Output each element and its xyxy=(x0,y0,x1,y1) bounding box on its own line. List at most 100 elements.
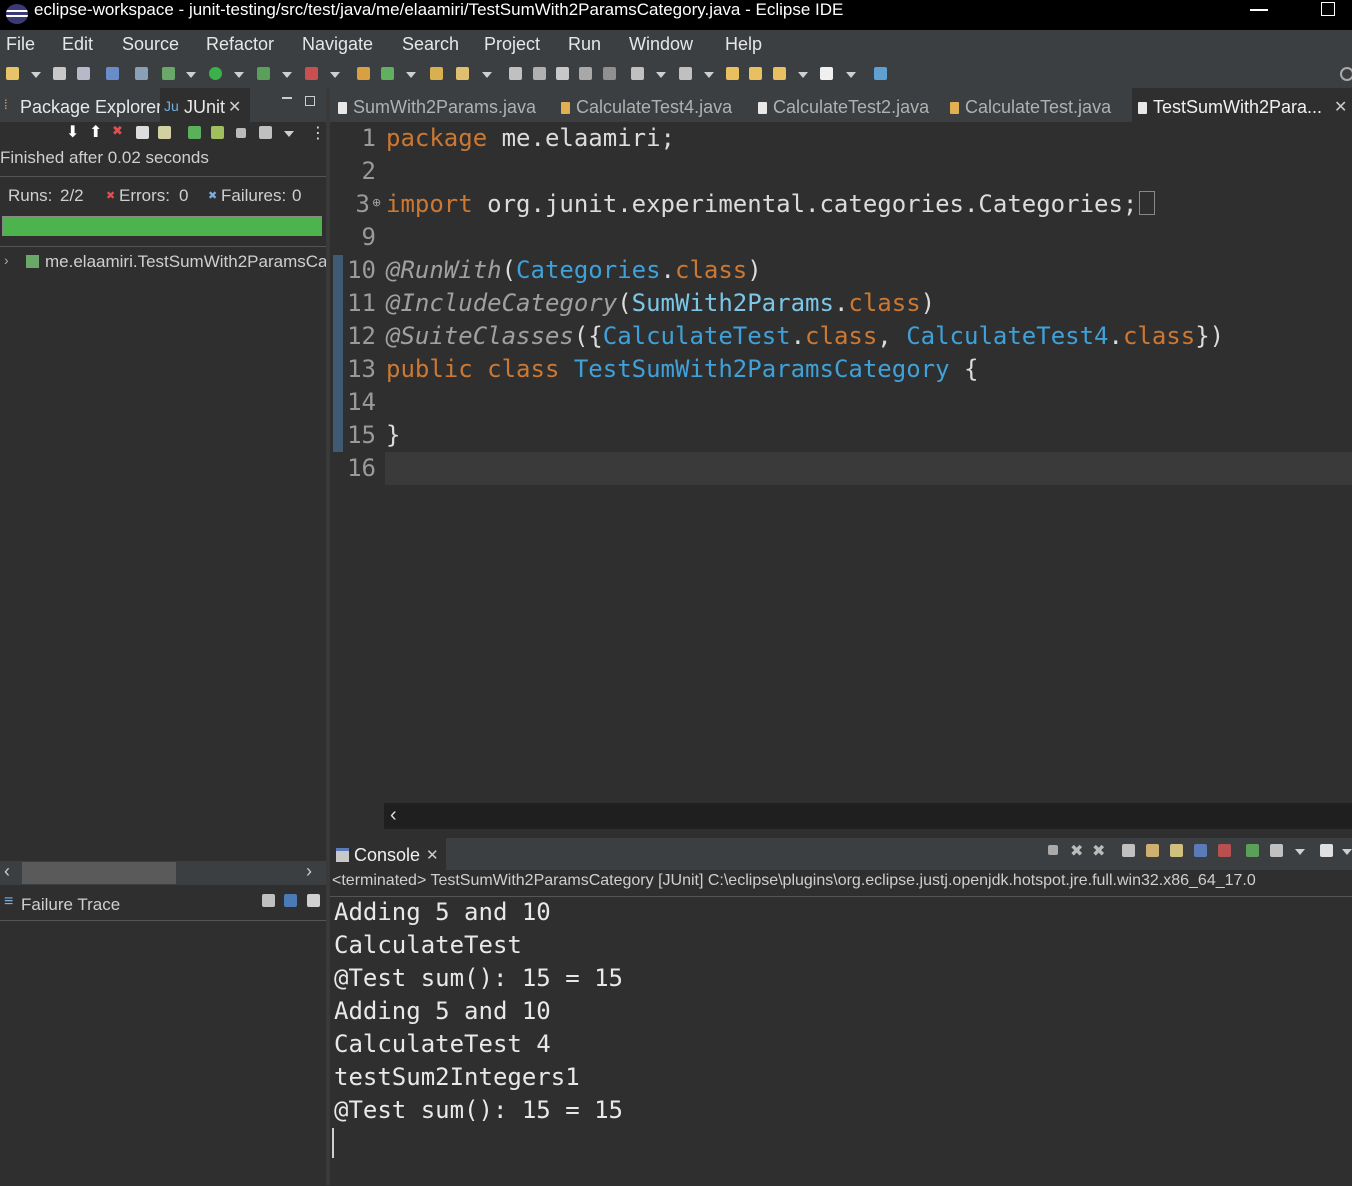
menu-edit[interactable]: Edit xyxy=(62,34,93,55)
remove-all-launches-icon[interactable]: ✖ xyxy=(1092,841,1105,861)
tab-junit[interactable]: Ju JUnit ✕ xyxy=(160,88,250,122)
view-menu-icon[interactable]: ⋮ xyxy=(310,123,326,143)
block-selection-icon[interactable] xyxy=(556,67,569,80)
forward-edit-icon[interactable] xyxy=(749,67,762,80)
tab-package-explorer[interactable]: Package Explorer xyxy=(20,97,162,118)
open-console-dropdown-icon[interactable] xyxy=(1342,849,1352,855)
scroll-right-icon[interactable]: › xyxy=(306,861,312,882)
coverage-icon[interactable] xyxy=(257,67,270,80)
new-dropdown-icon[interactable] xyxy=(31,72,41,78)
editor-tab-calculatetest[interactable]: CalculateTest.java xyxy=(950,97,1111,118)
back-icon[interactable] xyxy=(773,67,786,80)
prev-annotation-dropdown-icon[interactable] xyxy=(704,72,714,78)
menu-search[interactable]: Search xyxy=(402,34,459,55)
terminal-icon[interactable] xyxy=(106,67,119,80)
terminate-icon[interactable] xyxy=(1048,845,1058,855)
compare-icon[interactable] xyxy=(262,894,275,907)
annotation-icon[interactable] xyxy=(509,67,522,80)
folded-imports-marker[interactable] xyxy=(1139,191,1156,215)
pilcrow-icon[interactable] xyxy=(603,67,616,80)
previous-failure-icon[interactable]: ⬆ xyxy=(89,122,102,142)
save-icon[interactable] xyxy=(53,67,66,80)
scroll-lock-icon[interactable] xyxy=(158,126,171,139)
filter-stack-icon[interactable] xyxy=(284,894,297,907)
new-class-icon[interactable] xyxy=(381,67,394,80)
next-annotation-icon[interactable] xyxy=(631,67,644,80)
new-icon[interactable] xyxy=(6,67,19,80)
show-whitespace-icon[interactable] xyxy=(579,67,592,80)
copy-trace-icon[interactable] xyxy=(307,894,320,907)
display-console-icon[interactable] xyxy=(1270,844,1283,857)
maximize-view-icon[interactable] xyxy=(305,96,315,106)
back-dropdown-icon[interactable] xyxy=(798,72,808,78)
history-icon[interactable] xyxy=(259,126,272,139)
show-skipped-icon[interactable] xyxy=(136,126,149,139)
last-edit-icon[interactable] xyxy=(726,67,739,80)
pin-console-icon[interactable] xyxy=(1246,844,1259,857)
close-icon[interactable]: ✕ xyxy=(1334,97,1347,117)
show-failures-only-icon[interactable]: ✖ xyxy=(112,123,123,139)
search-icon[interactable] xyxy=(1340,67,1352,81)
search-dropdown-icon[interactable] xyxy=(482,72,492,78)
remove-launch-icon[interactable]: ✖ xyxy=(1070,841,1083,861)
close-icon[interactable]: ✕ xyxy=(228,97,241,117)
debug-icon[interactable] xyxy=(162,67,175,80)
editor-tab-sumwith2params[interactable]: SumWith2Params.java xyxy=(338,97,536,118)
menu-file[interactable]: File xyxy=(6,34,35,55)
menu-navigate[interactable]: Navigate xyxy=(302,34,373,55)
open-console-icon[interactable] xyxy=(1320,844,1333,857)
scroll-lock-icon[interactable] xyxy=(1146,844,1159,857)
maximize-icon[interactable] xyxy=(1321,2,1335,16)
menu-project[interactable]: Project xyxy=(484,34,540,55)
tab-console[interactable]: Console ✕ xyxy=(330,838,446,870)
display-console-dropdown-icon[interactable] xyxy=(1295,849,1305,855)
expand-chevron-icon[interactable]: › xyxy=(4,252,9,268)
scroll-left-icon[interactable]: ‹ xyxy=(4,861,10,882)
skip-breakpoints-icon[interactable] xyxy=(135,67,148,80)
scroll-left-icon[interactable]: ‹ xyxy=(390,804,397,827)
external-tools-dropdown-icon[interactable] xyxy=(330,72,340,78)
fold-icon[interactable]: ⊕ xyxy=(372,196,381,209)
editor-tab-calculatetest2[interactable]: CalculateTest2.java xyxy=(758,97,929,118)
test-tree-item[interactable]: › me.elaamiri.TestSumWith2ParamsCategory xyxy=(0,252,326,274)
forward-icon[interactable] xyxy=(820,67,833,80)
debug-dropdown-icon[interactable] xyxy=(186,72,196,78)
menu-window[interactable]: Window xyxy=(629,34,693,55)
coverage-dropdown-icon[interactable] xyxy=(282,72,292,78)
open-type-icon[interactable] xyxy=(430,67,443,80)
editor-horizontal-scrollbar[interactable]: ‹ xyxy=(384,803,1352,829)
next-failure-icon[interactable]: ⬇ xyxy=(66,122,79,142)
stop-icon[interactable] xyxy=(236,128,246,138)
show-on-stderr-icon[interactable] xyxy=(1218,844,1231,857)
rerun-icon[interactable] xyxy=(188,126,201,139)
save-all-icon[interactable] xyxy=(77,67,90,80)
editor-tab-calculatetest4[interactable]: CalculateTest4.java xyxy=(561,97,732,118)
minimize-icon[interactable] xyxy=(1250,9,1268,11)
clear-console-icon[interactable] xyxy=(1122,844,1135,857)
scrollbar-thumb[interactable] xyxy=(22,862,176,884)
run-dropdown-icon[interactable] xyxy=(234,72,244,78)
perspective-icon[interactable] xyxy=(874,67,887,80)
close-icon[interactable]: ✕ xyxy=(426,846,439,864)
menu-source[interactable]: Source xyxy=(122,34,179,55)
new-class-dropdown-icon[interactable] xyxy=(406,72,416,78)
menu-refactor[interactable]: Refactor xyxy=(206,34,274,55)
menu-help[interactable]: Help xyxy=(725,34,762,55)
editor-tab-testsumwith2params[interactable]: TestSumWith2Para... xyxy=(1138,97,1322,118)
external-tools-icon[interactable] xyxy=(305,67,318,80)
forward-dropdown-icon[interactable] xyxy=(846,72,856,78)
run-icon[interactable] xyxy=(209,67,222,80)
show-on-stdout-icon[interactable] xyxy=(1194,844,1207,857)
new-package-icon[interactable] xyxy=(357,67,370,80)
horizontal-scrollbar[interactable]: ‹ › xyxy=(0,861,326,885)
minimize-view-icon[interactable] xyxy=(282,97,292,99)
search-toolbar-icon[interactable] xyxy=(456,67,469,80)
menu-run[interactable]: Run xyxy=(568,34,601,55)
word-wrap-icon[interactable] xyxy=(1170,844,1183,857)
rerun-failed-icon[interactable] xyxy=(211,126,224,139)
prev-annotation-icon[interactable] xyxy=(679,67,692,80)
next-annotation-dropdown-icon[interactable] xyxy=(656,72,666,78)
history-dropdown-icon[interactable] xyxy=(284,131,294,137)
mark-occurrences-icon[interactable] xyxy=(533,67,546,80)
